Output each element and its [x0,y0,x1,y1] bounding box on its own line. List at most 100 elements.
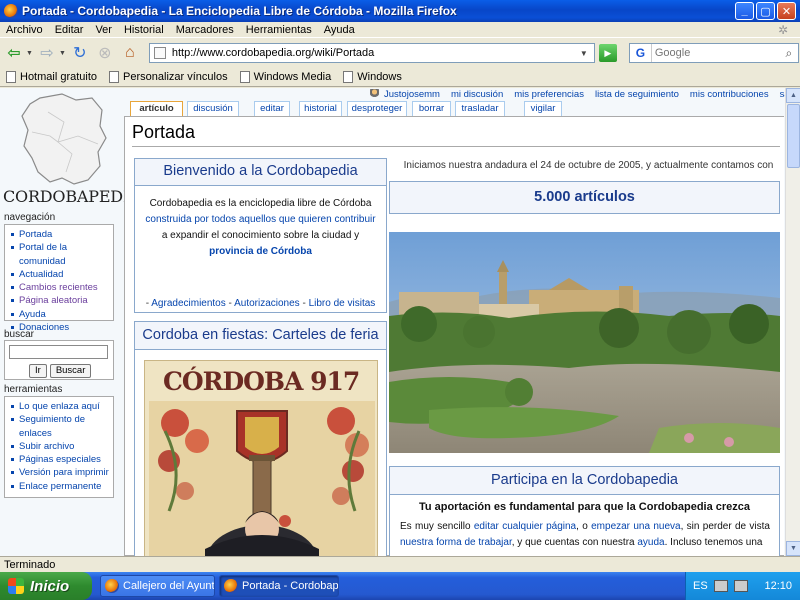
status-bar: Terminado [0,556,800,572]
menu-historial[interactable]: Historial [118,24,170,36]
tab-editar[interactable]: editar [254,101,290,116]
page-viewport: CORDOBAPEDIA navegación Portada Portal d… [0,88,785,556]
back-arrow-icon[interactable]: ⇦ [3,42,25,64]
scroll-up-icon[interactable]: ▲ [786,88,800,103]
search-engine-input[interactable] [651,47,780,59]
link-libro-visitas[interactable]: Libro de visitas [309,298,376,309]
link-autorizaciones[interactable]: Autorizaciones [234,298,300,309]
address-bar[interactable]: http://www.cordobapedia.org/wiki/Portada… [148,43,595,63]
user-icon [370,89,379,99]
stop-icon[interactable]: ⊗ [94,42,116,64]
taskbar-item-portada[interactable]: Portada - Cordobape... [219,575,339,597]
task-label: Callejero del Ayunta... [123,580,215,592]
user-bar: Justojosemm mi discusión mis preferencia… [370,88,785,100]
user-link-seguimiento[interactable]: lista de seguimiento [595,89,679,100]
welcome-link-contribuir[interactable]: todos aquellos que quieren contribuir [212,214,376,225]
sidebar-item-pagina-aleatoria[interactable]: Página aleatoria [9,294,111,307]
tool-special-pages[interactable]: Páginas especiales [9,453,111,466]
tool-printable-version[interactable]: Versión para imprimir [9,466,111,479]
reload-icon[interactable]: ↻ [69,42,91,64]
forward-history-dropdown-icon[interactable]: ▼ [59,50,66,57]
user-link-preferencias[interactable]: mis preferencias [514,89,584,100]
language-indicator[interactable]: ES [693,580,708,592]
tool-what-links-here[interactable]: Lo que enlaza aquí [9,400,111,413]
article-count-box: 5.000 artículos [389,181,780,214]
welcome-heading: Bienvenido a la Cordobapedia [135,159,386,186]
tab-desproteger[interactable]: desproteger [347,101,407,116]
taskbar-item-callejero[interactable]: Callejero del Ayunta... [100,575,215,597]
sidebar-item-actualidad[interactable]: Actualidad [9,268,111,281]
close-button[interactable]: ✕ [777,2,796,20]
menu-marcadores[interactable]: Marcadores [170,24,240,36]
url-text[interactable]: http://www.cordobapedia.org/wiki/Portada [172,47,580,59]
welcome-link-construida[interactable]: construida por [145,214,211,225]
sidebar-item-portada[interactable]: Portada [9,228,111,241]
clock: 12:10 [764,580,792,592]
tab-vigilar[interactable]: vigilar [524,101,562,116]
fiestas-box: Cordoba en fiestas: Carteles de feria CÓ… [134,321,387,556]
link-ayuda[interactable]: ayuda [637,537,664,548]
cordoba-mosque-photo[interactable] [389,232,780,453]
menu-ver[interactable]: Ver [89,24,118,36]
minimize-button[interactable]: _ [735,2,754,20]
nav-heading: navegación [4,212,56,223]
url-history-dropdown-icon[interactable]: ▼ [580,49,594,58]
sidebar-item-ayuda[interactable]: Ayuda [9,308,111,321]
tab-articulo[interactable]: artículo [130,101,183,116]
menu-archivo[interactable]: Archivo [0,24,49,36]
sidebar-item-portal-comunidad[interactable]: Portal de la comunidad [9,241,111,268]
menu-ayuda[interactable]: Ayuda [318,24,361,36]
link-forma-trabajar[interactable]: nuestra forma de trabajar [400,537,512,548]
google-engine-icon[interactable]: G [630,44,652,62]
feria-poster-image[interactable]: CÓRDOBA 917 [144,360,378,556]
bookmark-windows[interactable]: Windows [343,70,402,83]
welcome-link-provincia[interactable]: provincia de Córdoba [209,246,312,257]
home-icon[interactable]: ⌂ [119,42,141,64]
search-button[interactable]: Buscar [49,364,92,378]
magnifier-search-icon[interactable]: ⌕ [780,46,798,61]
tool-upload-file[interactable]: Subir archivo [9,440,111,453]
link-editar-pagina[interactable]: editar cualquier página [474,521,576,532]
bookmark-page-icon [109,70,120,83]
page-icon [153,47,166,59]
tab-historial[interactable]: historial [299,101,342,116]
menu-editar[interactable]: Editar [49,24,90,36]
participa-text: Es muy sencillo [400,521,474,532]
go-button[interactable]: Ir [29,364,47,378]
article-body: Portada Bienvenido a la Cordobapedia Cor… [124,116,784,556]
user-link-mi-discusion[interactable]: mi discusión [451,89,503,100]
link-agradecimientos[interactable]: Agradecimientos [151,298,225,309]
site-logo[interactable]: CORDOBAPEDIA [0,88,141,212]
menu-bar: Archivo Editar Ver Historial Marcadores … [0,22,800,38]
scroll-thumb[interactable] [787,104,800,168]
bookmark-personalizar[interactable]: Personalizar vínculos [109,70,228,83]
participa-text: , o [576,521,592,532]
link-empezar-nueva[interactable]: empezar una nueva [591,521,680,532]
user-link-contribuciones[interactable]: mis contribuciones [690,89,769,100]
start-button[interactable]: Inicio [0,572,92,600]
tab-borrar[interactable]: borrar [412,101,451,116]
bookmark-windows-media[interactable]: Windows Media [239,70,331,83]
menu-herramientas[interactable]: Herramientas [240,24,318,36]
window-title: Portada - Cordobapedia - La Enciclopedia… [22,4,457,18]
tab-discusion[interactable]: discusión [187,101,239,116]
go-arrow-icon[interactable]: ▶ [598,44,617,62]
bookmark-hotmail[interactable]: Hotmail gratuito [6,70,97,83]
sidebar-item-cambios-recientes[interactable]: Cambios recientes [9,281,111,294]
network-icon[interactable] [713,580,728,592]
footer-separator: - [299,298,309,309]
user-link-username[interactable]: Justojosemm [384,89,440,100]
maximize-button[interactable]: ▢ [756,2,775,20]
search-portlet: Ir Buscar [4,340,114,380]
back-history-dropdown-icon[interactable]: ▼ [26,50,33,57]
participa-text: . Incluso tenemos una [664,537,763,548]
tab-trasladar[interactable]: trasladar [455,101,505,116]
search-engine-box[interactable]: G ⌕ [628,43,799,63]
tool-permanent-link[interactable]: Enlace permanente [9,480,111,493]
tool-related-changes[interactable]: Seguimiento de enlaces [9,413,111,440]
wiki-search-input[interactable] [9,345,108,359]
forward-arrow-icon[interactable]: ⇨ [36,42,58,64]
scroll-down-icon[interactable]: ▼ [786,541,800,556]
vertical-scrollbar[interactable]: ▲ ▼ [785,88,800,556]
volume-icon[interactable] [733,580,748,592]
